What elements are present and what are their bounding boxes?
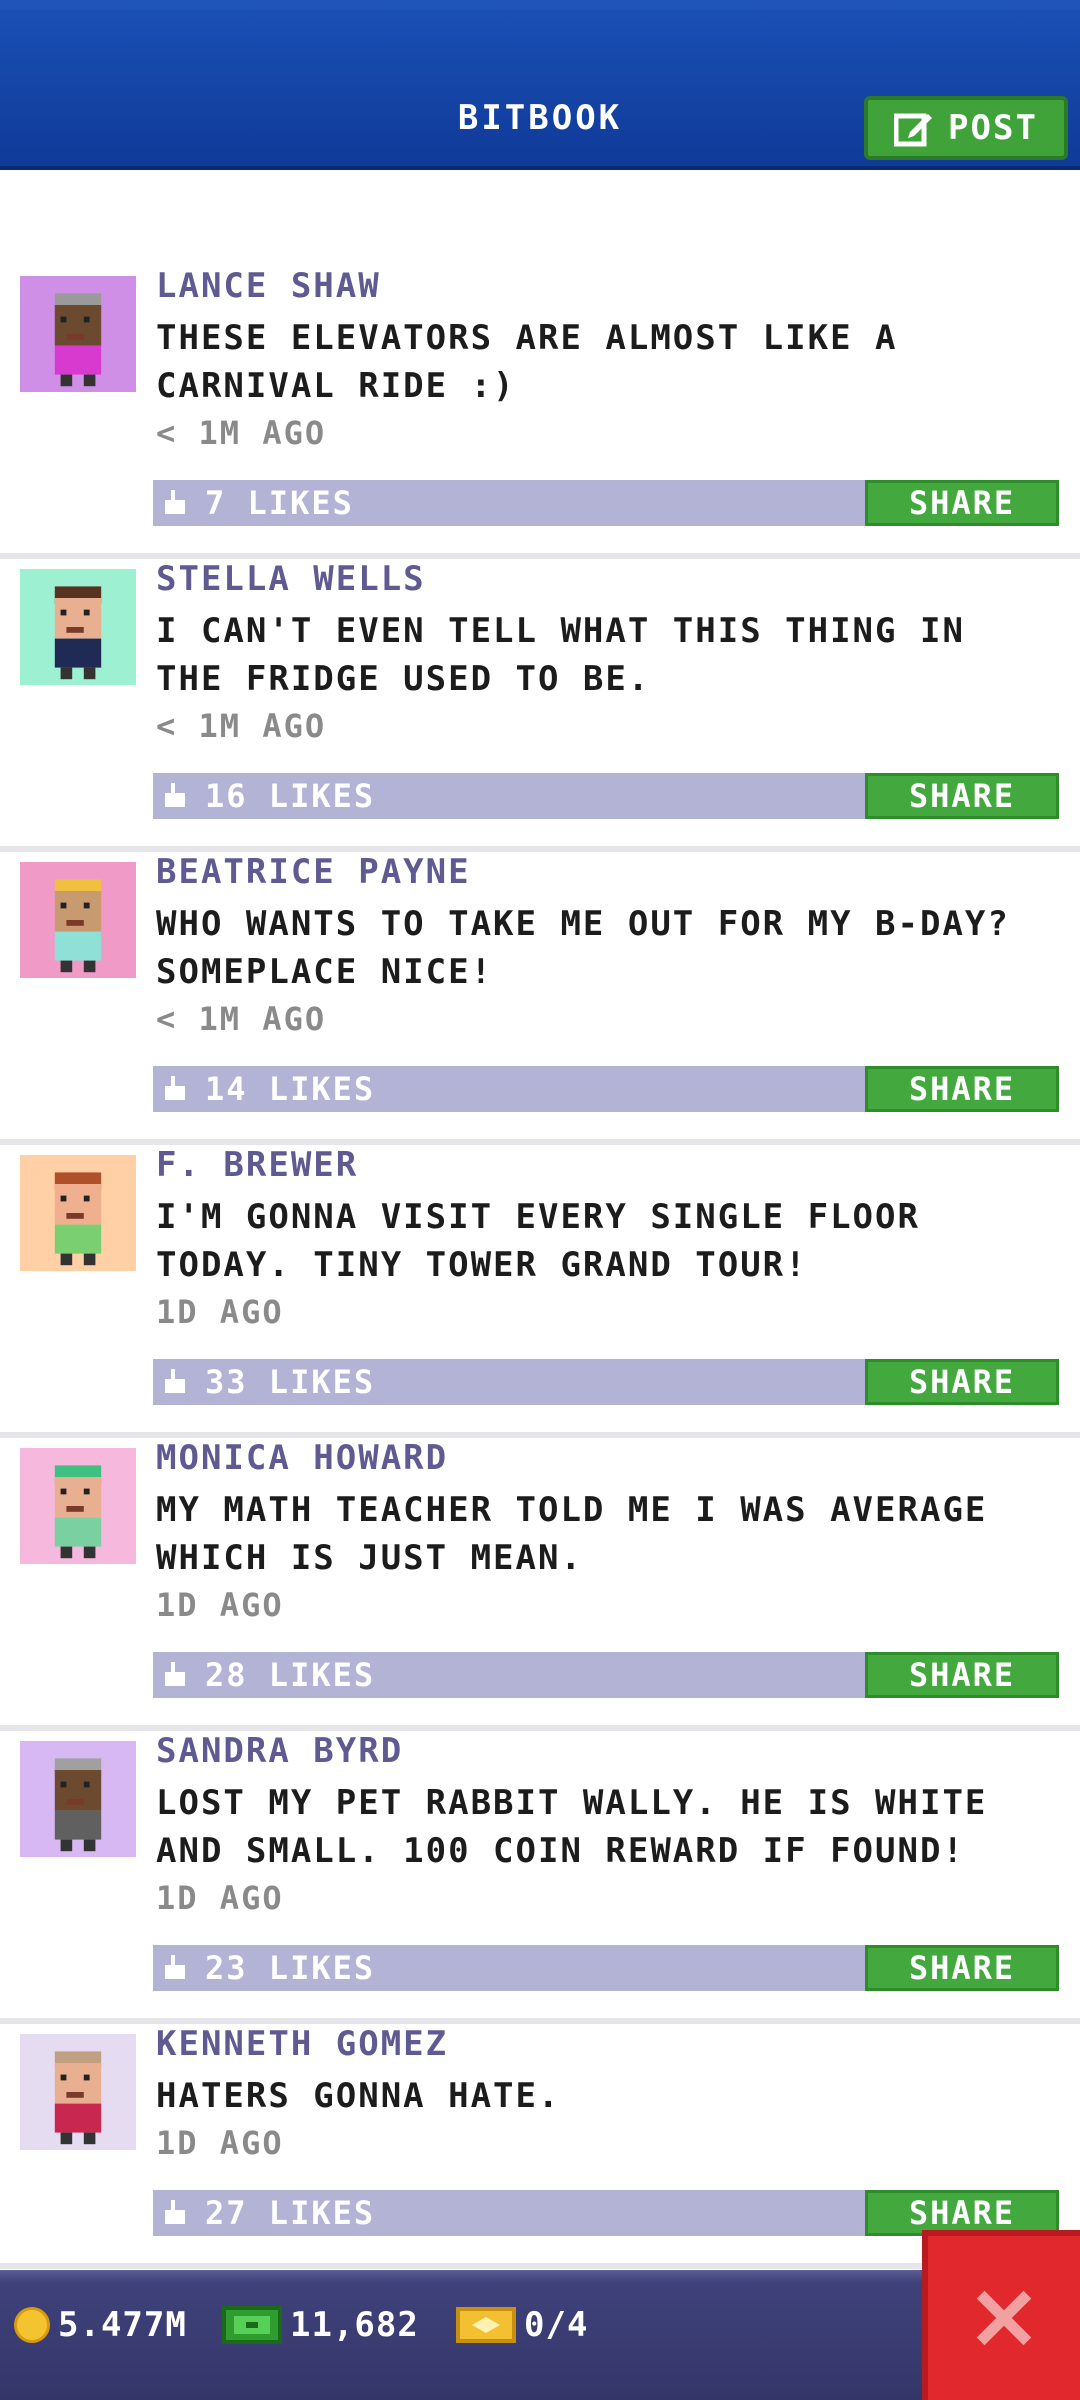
likes-count: 33 LIKES (205, 1363, 376, 1401)
bux-value: 11,682 (290, 2305, 419, 2345)
likes-bar[interactable]: 16 LIKES SHARE (153, 773, 1059, 819)
bitbook-feed: LANCE SHAW THESE ELEVATORS ARE ALMOST LI… (0, 266, 1080, 2269)
thumbs-up-icon (165, 783, 185, 807)
tickets-counter: 0/4 (456, 2300, 588, 2350)
post-button-label: POST (948, 108, 1038, 148)
post-item: KENNETH GOMEZ HATERS GONNA HATE. 1D AGO … (0, 2024, 1080, 2269)
edit-icon (894, 113, 933, 147)
likes-count: 7 LIKES (205, 484, 354, 522)
post-time: 1D AGO (156, 1293, 284, 1331)
bux-icon (222, 2306, 282, 2344)
post-time: 1D AGO (156, 1586, 284, 1624)
share-button[interactable]: SHARE (865, 1066, 1059, 1112)
bux-counter: 11,682 (222, 2300, 419, 2350)
post-author[interactable]: STELLA WELLS (156, 559, 426, 599)
thumbs-up-icon (165, 1662, 185, 1686)
thumbs-up-icon (165, 1076, 185, 1100)
post-message: THESE ELEVATORS ARE ALMOST LIKE A CARNIV… (156, 318, 898, 406)
post-item: F. BREWER I'M GONNA VISIT EVERY SINGLE F… (0, 1145, 1080, 1438)
post-item: MONICA HOWARD MY MATH TEACHER TOLD ME I … (0, 1438, 1080, 1731)
avatar (20, 1448, 136, 1564)
share-button[interactable]: SHARE (865, 773, 1059, 819)
post-message: MY MATH TEACHER TOLD ME I WAS AVERAGE WH… (156, 1490, 988, 1578)
share-button[interactable]: SHARE (865, 1652, 1059, 1698)
likes-bar[interactable]: 28 LIKES SHARE (153, 1652, 1059, 1698)
likes-bar[interactable]: 14 LIKES SHARE (153, 1066, 1059, 1112)
likes-count: 16 LIKES (205, 777, 376, 815)
close-button[interactable] (922, 2230, 1080, 2400)
post-item: LANCE SHAW THESE ELEVATORS ARE ALMOST LI… (0, 266, 1080, 559)
close-icon (976, 2290, 1032, 2346)
post-time: 1D AGO (156, 1879, 284, 1917)
post-item: STELLA WELLS I CAN'T EVEN TELL WHAT THIS… (0, 559, 1080, 852)
post-author[interactable]: BEATRICE PAYNE (156, 852, 471, 892)
coins-counter: 5.477M (14, 2300, 187, 2350)
resource-bar: 5.477M 11,682 0/4 (0, 2270, 1080, 2400)
post-message: LOST MY PET RABBIT WALLY. HE IS WHITE AN… (156, 1783, 988, 1871)
post-item: SANDRA BYRD LOST MY PET RABBIT WALLY. HE… (0, 1731, 1080, 2024)
avatar (20, 276, 136, 392)
post-author[interactable]: SANDRA BYRD (156, 1731, 403, 1771)
tickets-value: 0/4 (524, 2305, 589, 2345)
post-time: 1D AGO (156, 2124, 284, 2162)
share-button[interactable]: SHARE (865, 1359, 1059, 1405)
post-author[interactable]: KENNETH GOMEZ (156, 2024, 448, 2064)
likes-count: 27 LIKES (205, 2194, 376, 2232)
likes-count: 23 LIKES (205, 1949, 376, 1987)
post-time: < 1M AGO (156, 414, 327, 452)
post-item: BEATRICE PAYNE WHO WANTS TO TAKE ME OUT … (0, 852, 1080, 1145)
app-header: BITBOOK POST (0, 0, 1080, 170)
thumbs-up-icon (165, 2200, 185, 2224)
post-message: I'M GONNA VISIT EVERY SINGLE FLOOR TODAY… (156, 1197, 920, 1285)
ticket-icon (456, 2307, 516, 2343)
post-time: < 1M AGO (156, 707, 327, 745)
post-button[interactable]: POST (864, 96, 1068, 160)
share-button[interactable]: SHARE (865, 480, 1059, 526)
likes-bar[interactable]: 7 LIKES SHARE (153, 480, 1059, 526)
avatar (20, 1741, 136, 1857)
coin-icon (14, 2307, 50, 2343)
likes-bar[interactable]: 33 LIKES SHARE (153, 1359, 1059, 1405)
avatar (20, 2034, 136, 2150)
thumbs-up-icon (165, 1955, 185, 1979)
post-author[interactable]: LANCE SHAW (156, 266, 381, 306)
post-message: I CAN'T EVEN TELL WHAT THIS THING IN THE… (156, 611, 965, 699)
avatar (20, 569, 136, 685)
avatar (20, 1155, 136, 1271)
coins-value: 5.477M (58, 2305, 187, 2345)
thumbs-up-icon (165, 1369, 185, 1393)
post-message: WHO WANTS TO TAKE ME OUT FOR MY B-DAY? S… (156, 904, 1010, 992)
thumbs-up-icon (165, 490, 185, 514)
likes-bar[interactable]: 23 LIKES SHARE (153, 1945, 1059, 1991)
post-author[interactable]: F. BREWER (156, 1145, 358, 1185)
post-message: HATERS GONNA HATE. (156, 2076, 561, 2116)
avatar (20, 862, 136, 978)
likes-count: 28 LIKES (205, 1656, 376, 1694)
post-author[interactable]: MONICA HOWARD (156, 1438, 448, 1478)
share-button[interactable]: SHARE (865, 1945, 1059, 1991)
post-time: < 1M AGO (156, 1000, 327, 1038)
likes-count: 14 LIKES (205, 1070, 376, 1108)
